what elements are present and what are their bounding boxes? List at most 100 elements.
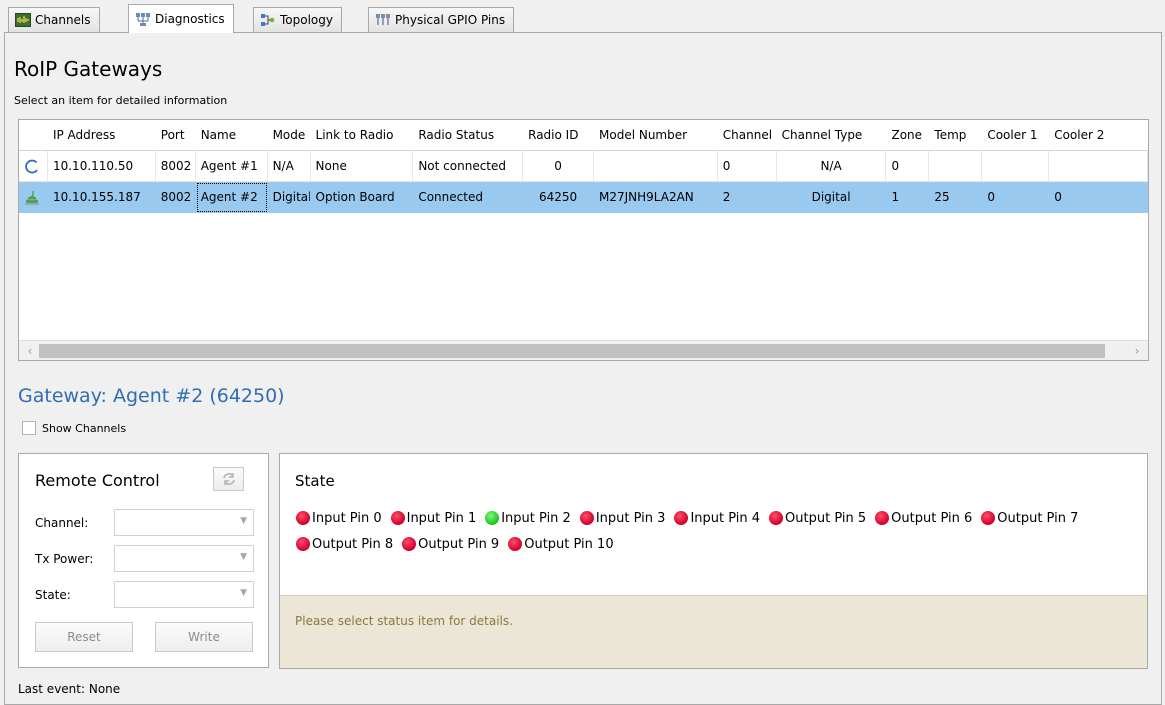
refresh-button[interactable] xyxy=(213,467,244,491)
table-row[interactable]: 10.10.155.187 8002 Agent #2 Digital Opti… xyxy=(19,182,1148,213)
cell-channel: 2 xyxy=(717,182,777,213)
column-header-channel-type[interactable]: Channel Type xyxy=(777,120,887,151)
tab-label: Channels xyxy=(35,13,91,27)
pin-item[interactable]: Input Pin 3 xyxy=(579,510,666,526)
column-header-port[interactable]: Port xyxy=(156,120,196,151)
status-dot-icon xyxy=(402,537,417,551)
column-header-radio-id[interactable]: Radio ID xyxy=(523,120,594,151)
tab-diagnostics[interactable]: Diagnostics xyxy=(128,4,234,33)
state-select[interactable]: ▼ xyxy=(114,581,254,608)
pin-item[interactable]: Output Pin 7 xyxy=(981,510,1078,526)
topology-icon xyxy=(260,13,276,27)
chevron-down-icon: ▼ xyxy=(240,588,247,598)
column-header-radio-status[interactable]: Radio Status xyxy=(413,120,523,151)
tab-strip: Channels Diagnostics Topology Physical G… xyxy=(0,0,1165,33)
show-channels-checkbox[interactable] xyxy=(22,421,36,435)
tab-label: Topology xyxy=(280,13,333,27)
channel-select[interactable]: ▼ xyxy=(114,509,254,536)
status-dot-icon xyxy=(296,511,310,525)
table-row[interactable]: 10.10.110.50 8002 Agent #1 N/A None Not … xyxy=(19,151,1148,182)
pin-item[interactable]: Output Pin 6 xyxy=(875,510,972,526)
column-header-cooler-1[interactable]: Cooler 1 xyxy=(982,120,1049,151)
state-label: State: xyxy=(35,588,71,602)
chevron-down-icon: ▼ xyxy=(240,552,247,562)
tab-topology[interactable]: Topology xyxy=(253,7,342,32)
status-dot-icon xyxy=(296,537,310,551)
cell-model-number: M27JNH9LA2AN xyxy=(594,182,718,213)
scroll-left-icon[interactable]: ‹ xyxy=(21,342,39,360)
status-dot-icon xyxy=(579,511,594,525)
waveform-icon xyxy=(15,13,31,27)
pin-label: Output Pin 7 xyxy=(997,510,1079,526)
reset-button[interactable]: Reset xyxy=(35,622,133,652)
scrollbar-thumb[interactable] xyxy=(39,344,1105,358)
state-title: State xyxy=(295,472,335,490)
pin-label: Input Pin 0 xyxy=(312,510,382,526)
tx-power-select[interactable]: ▼ xyxy=(114,545,254,572)
cell-link-to-radio: None xyxy=(310,151,414,182)
pin-item[interactable]: Input Pin 4 xyxy=(674,510,760,526)
cell-ip-address: 10.10.155.187 xyxy=(47,182,156,213)
column-header-name[interactable]: Name xyxy=(196,120,268,151)
scroll-right-icon[interactable]: › xyxy=(1128,342,1146,360)
cell-model-number xyxy=(594,151,718,182)
tab-channels[interactable]: Channels xyxy=(8,7,100,32)
tab-label: Physical GPIO Pins xyxy=(395,13,506,27)
cell-radio-id: 0 xyxy=(523,151,594,182)
column-header-temp[interactable]: Temp xyxy=(929,120,982,151)
cell-radio-status: Connected xyxy=(413,182,524,213)
tx-power-label: Tx Power: xyxy=(35,552,94,566)
cell-mode: Digital xyxy=(267,182,311,213)
cell-channel-type: N/A xyxy=(776,151,887,182)
pin-item[interactable]: Output Pin 5 xyxy=(769,510,866,526)
cell-cooler-2 xyxy=(1049,151,1148,182)
pin-item[interactable]: Output Pin 10 xyxy=(508,536,614,552)
status-dot-icon xyxy=(674,511,689,525)
status-dot-icon xyxy=(769,511,784,525)
column-header-link-to-radio[interactable]: Link to Radio xyxy=(311,120,414,151)
status-details-area: Please select status item for details. xyxy=(280,595,1147,668)
pin-label: Input Pin 1 xyxy=(406,510,477,526)
column-header-mode[interactable]: Mode xyxy=(268,120,311,151)
cell-port: 8002 xyxy=(155,151,196,182)
remote-control-title: Remote Control xyxy=(35,471,160,490)
show-channels-checkbox-row[interactable]: Show Channels xyxy=(22,421,126,435)
pin-label: Output Pin 9 xyxy=(418,536,500,552)
gateways-grid[interactable]: IP Address Port Name Mode Link to Radio … xyxy=(18,119,1149,361)
cell-port: 8002 xyxy=(155,182,196,213)
cell-link-to-radio: Option Board xyxy=(310,182,414,213)
pin-label: Output Pin 6 xyxy=(891,510,973,526)
column-header-ip-address[interactable]: IP Address xyxy=(48,120,156,151)
horizontal-scrollbar[interactable]: ‹ › xyxy=(19,340,1148,360)
pin-item[interactable]: Input Pin 1 xyxy=(390,510,477,526)
pin-label: Output Pin 5 xyxy=(785,510,867,526)
refresh-icon xyxy=(222,473,235,485)
cell-radio-status: Not connected xyxy=(413,151,524,182)
tab-physical-gpio-pins[interactable]: Physical GPIO Pins xyxy=(368,7,515,32)
cell-name: Agent #1 xyxy=(195,151,268,182)
tab-label: Diagnostics xyxy=(155,12,225,26)
state-panel: State Input Pin 0 Input Pin 1 Input Pin … xyxy=(279,453,1148,669)
column-header-model-number[interactable]: Model Number xyxy=(594,120,718,151)
column-header-zone[interactable]: Zone xyxy=(886,120,929,151)
pin-item[interactable]: Output Pin 9 xyxy=(402,536,499,552)
pin-item[interactable]: Input Pin 2 xyxy=(485,510,571,526)
network-icon xyxy=(135,12,151,26)
cell-zone: 0 xyxy=(886,151,930,182)
pin-label: Input Pin 3 xyxy=(595,510,666,526)
column-header-channel[interactable]: Channel xyxy=(718,120,777,151)
section-subtitle: Select an item for detailed information xyxy=(14,94,228,107)
cell-name: Agent #2 xyxy=(195,182,268,213)
gpio-icon xyxy=(375,13,391,27)
write-button[interactable]: Write xyxy=(155,622,253,652)
cell-mode: N/A xyxy=(267,151,311,182)
pin-item[interactable]: Output Pin 8 xyxy=(296,536,393,552)
chevron-down-icon: ▼ xyxy=(240,516,247,526)
cell-channel: 0 xyxy=(717,151,777,182)
cell-temp: 25 xyxy=(929,182,983,213)
cell-zone: 1 xyxy=(886,182,930,213)
cell-radio-id: 64250 xyxy=(523,182,594,213)
column-header-cooler-2[interactable]: Cooler 2 xyxy=(1049,120,1148,151)
pin-item[interactable]: Input Pin 0 xyxy=(296,510,382,526)
cell-cooler-2: 0 xyxy=(1049,182,1148,213)
